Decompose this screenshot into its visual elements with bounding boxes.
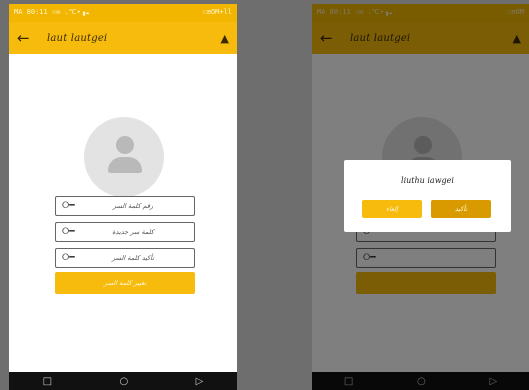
bell-icon[interactable]: ▲: [221, 32, 229, 45]
dialog-ok-button[interactable]: تأكيد: [431, 200, 491, 218]
dialog-cancel-button[interactable]: إلغاء: [362, 200, 422, 218]
key-icon: ⭘━: [62, 227, 75, 237]
phone-screen-right: MA 80:11 ☉✉ .℃∙▗☁ ☐≡OM ← laut lautgei ▲ …: [312, 4, 529, 390]
key-icon: ⭘━: [62, 253, 75, 263]
new-password-field[interactable]: ⭘━ كلمة سر جديدة: [55, 222, 195, 242]
back-arrow-icon[interactable]: ←: [17, 29, 35, 47]
confirm-dialog: liuthu iawgei إلغاء تأكيد: [344, 160, 511, 232]
status-left-text: MA 80:11 ☉✉ .℃∙▗☁: [14, 8, 90, 16]
android-nav-bar: □ ○ ▷: [9, 372, 237, 390]
key-icon: ⭘━: [62, 201, 75, 211]
current-password-placeholder: رقم كلمة السر: [112, 202, 154, 210]
phone-screen-left: MA 80:11 ☉✉ .℃∙▗☁ ☐≡OM+ll ← laut lautgei…: [9, 4, 237, 390]
confirm-password-placeholder: تأكيد كلمة السر: [111, 254, 155, 262]
status-bar: MA 80:11 ☉✉ .℃∙▗☁ ☐≡OM+ll: [9, 4, 237, 22]
recents-icon[interactable]: □: [43, 376, 52, 387]
avatar-body-icon: [108, 157, 142, 173]
confirm-password-field[interactable]: ⭘━ تأكيد كلمة السر: [55, 248, 195, 268]
change-password-button[interactable]: تغيير كلمة السر: [55, 272, 195, 294]
avatar: [84, 117, 164, 197]
avatar-head-icon: [116, 136, 134, 154]
new-password-placeholder: كلمة سر جديدة: [112, 228, 154, 236]
current-password-field[interactable]: ⭘━ رقم كلمة السر: [55, 196, 195, 216]
page-title: laut lautgei: [47, 32, 108, 44]
back-nav-icon[interactable]: ▷: [196, 376, 204, 387]
dialog-title: liuthu iawgei: [401, 176, 454, 185]
home-icon[interactable]: ○: [119, 376, 128, 387]
app-bar: ← laut lautgei ▲: [9, 22, 237, 54]
status-right-text: ☐≡OM+ll: [202, 8, 232, 16]
